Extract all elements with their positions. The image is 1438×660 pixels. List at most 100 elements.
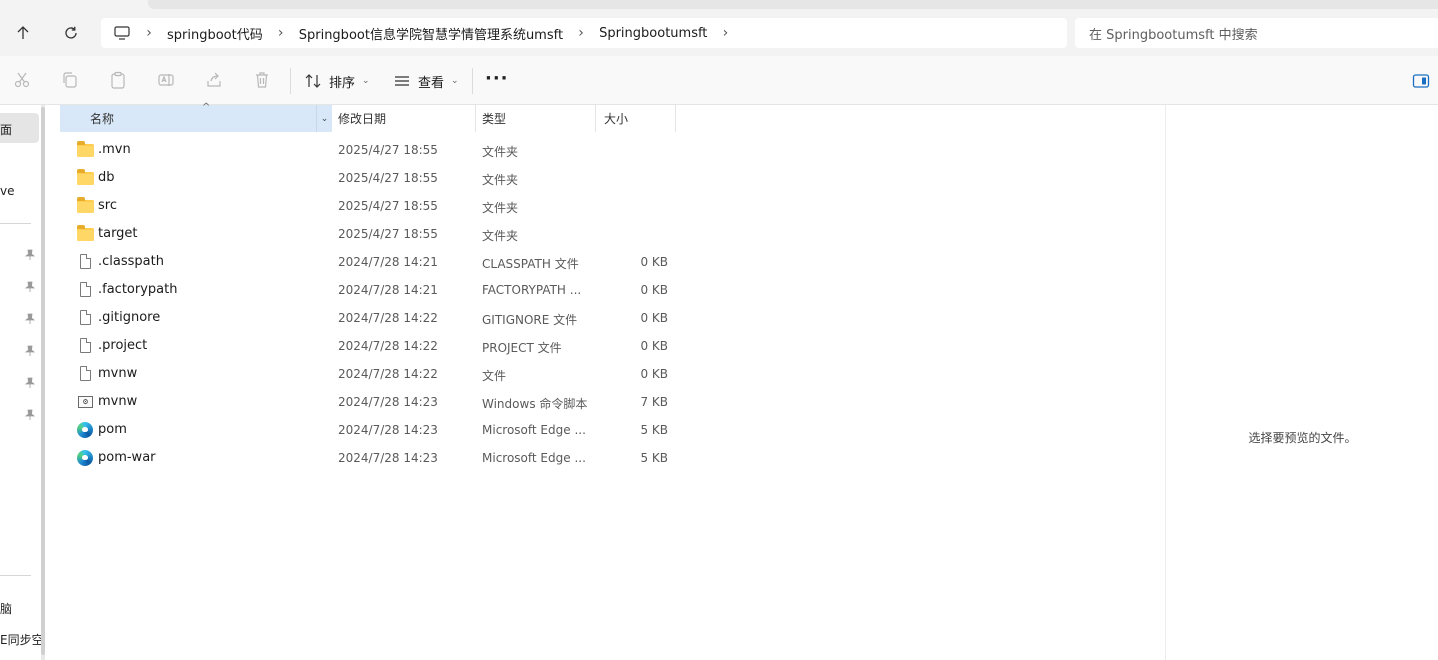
file-type: 文件 — [482, 369, 507, 383]
table-row[interactable]: db 2025/4/27 18:55 文件夹 — [74, 164, 674, 192]
file-type: PROJECT 文件 — [482, 341, 562, 355]
file-explorer-window: › springboot代码 › Springboot信息学院智慧学情管理系统u… — [0, 0, 1438, 660]
refresh-button[interactable] — [56, 18, 86, 48]
file-icon — [77, 282, 94, 298]
navigation-pane: 面 ve 脑 E同步空 — [0, 105, 45, 660]
file-size: 0 KB — [640, 255, 668, 269]
column-header-type[interactable]: 类型 — [474, 105, 596, 132]
nav-item-label[interactable]: ve — [0, 184, 14, 198]
icon-shape — [77, 450, 93, 466]
pin-icon — [24, 409, 37, 421]
icon-shape — [80, 338, 91, 353]
column-header-label: 修改日期 — [338, 112, 387, 126]
file-name: mvnw — [98, 366, 138, 381]
chevron-right-icon[interactable]: › — [271, 25, 291, 41]
view-button[interactable]: 查看 ⌄ — [393, 68, 459, 94]
file-date: 2024/7/28 14:22 — [338, 367, 438, 381]
nav-item-label: 面 — [0, 123, 13, 137]
view-list-icon — [395, 76, 409, 86]
tab-edge — [148, 0, 1438, 9]
file-size: 0 KB — [640, 367, 668, 381]
file-type: Windows 命令脚本 — [482, 397, 588, 411]
file-type: GITIGNORE 文件 — [482, 313, 578, 327]
file-name: target — [98, 226, 138, 241]
address-bar[interactable]: › springboot代码 › Springboot信息学院智慧学情管理系统u… — [101, 18, 1067, 48]
icon-shape — [80, 282, 91, 297]
column-header-name[interactable]: ^ 名称 — [60, 102, 331, 132]
preview-pane-icon[interactable] — [1412, 73, 1430, 93]
table-row[interactable]: pom-war 2024/7/28 14:23 Microsoft Edge ...… — [74, 444, 674, 472]
edge-icon — [77, 422, 94, 438]
nav-scrollbar-thumb[interactable] — [41, 107, 45, 655]
copy-icon[interactable] — [60, 70, 80, 90]
share-icon[interactable] — [204, 70, 224, 90]
table-row[interactable]: ⚙ mvnw 2024/7/28 14:23 Windows 命令脚本 7 KB — [74, 388, 674, 416]
pin-icon — [24, 345, 37, 357]
breadcrumb-item[interactable]: Springbootumsft — [599, 26, 707, 41]
column-header-size[interactable]: 大小 — [596, 105, 676, 132]
preview-empty-message: 选择要预览的文件。 — [1248, 431, 1357, 445]
file-type: FACTORYPATH ... — [482, 283, 582, 297]
table-row[interactable]: .gitignore 2024/7/28 14:22 GITIGNORE 文件 0 K… — [74, 304, 674, 332]
folder-icon — [77, 169, 94, 186]
arrow-up-icon — [17, 26, 29, 39]
view-label: 查看 — [418, 75, 445, 91]
search-input[interactable]: 在 Springbootumsft 中搜索 — [1075, 18, 1438, 48]
more-options-button[interactable]: ··· — [485, 68, 509, 89]
file-name: mvnw — [98, 394, 138, 409]
sort-label: 排序 — [329, 75, 356, 91]
breadcrumb-item[interactable]: springboot代码 — [167, 24, 263, 43]
paste-icon[interactable] — [108, 70, 128, 90]
file-list: ^ 名称 ⌄ 修改日期 类型 大小 .mvn 2025/4/27 18:55 文件夹… — [60, 102, 1165, 660]
chevron-right-icon[interactable]: › — [715, 25, 735, 41]
table-row[interactable]: .classpath 2024/7/28 14:21 CLASSPATH 文件 0 K… — [74, 248, 674, 276]
up-button[interactable] — [8, 18, 38, 48]
file-name: src — [98, 198, 117, 213]
sort-button[interactable]: 排序 ⌄ — [304, 68, 370, 94]
file-type: CLASSPATH 文件 — [482, 257, 579, 271]
table-row[interactable]: .project 2024/7/28 14:22 PROJECT 文件 0 KB — [74, 332, 674, 360]
table-row[interactable]: src 2025/4/27 18:55 文件夹 — [74, 192, 674, 220]
file-date: 2025/4/27 18:55 — [338, 171, 438, 185]
file-icon — [77, 310, 94, 326]
folder-icon — [77, 141, 94, 158]
column-header-date[interactable]: 修改日期 — [330, 105, 476, 132]
table-row[interactable]: target 2025/4/27 18:55 文件夹 — [74, 220, 674, 248]
file-size: 7 KB — [640, 395, 668, 409]
icon-shape — [77, 225, 94, 241]
table-row[interactable]: pom 2024/7/28 14:23 Microsoft Edge ... 5 KB — [74, 416, 674, 444]
file-date: 2025/4/27 18:55 — [338, 199, 438, 213]
chevron-down-icon: ⌄ — [451, 76, 459, 86]
cut-icon[interactable] — [12, 70, 32, 90]
file-type: 文件夹 — [482, 145, 519, 159]
table-row[interactable]: mvnw 2024/7/28 14:22 文件 0 KB — [74, 360, 674, 388]
nav-item-label[interactable]: 脑 — [0, 600, 12, 617]
file-date: 2025/4/27 18:55 — [338, 143, 438, 157]
file-type: 文件夹 — [482, 201, 519, 215]
file-date: 2024/7/28 14:21 — [338, 255, 438, 269]
file-name: .gitignore — [98, 310, 161, 325]
file-size: 5 KB — [640, 423, 668, 437]
delete-icon[interactable] — [252, 70, 272, 90]
table-row[interactable]: .factorypath 2024/7/28 14:21 FACTORYPATH .… — [74, 276, 674, 304]
rename-icon[interactable] — [156, 70, 176, 90]
command-bar: 排序 ⌄ 查看 ⌄ ··· — [0, 56, 1438, 105]
file-date: 2024/7/28 14:22 — [338, 311, 438, 325]
file-type: 文件夹 — [482, 229, 519, 243]
file-name: .factorypath — [98, 282, 178, 297]
chevron-right-icon[interactable]: › — [571, 25, 591, 41]
table-row[interactable]: .mvn 2025/4/27 18:55 文件夹 — [74, 136, 674, 164]
file-name: pom — [98, 422, 127, 437]
pin-icon — [24, 377, 37, 389]
file-icon — [77, 254, 94, 270]
icon-shape: ⚙ — [78, 396, 93, 408]
chevron-right-icon: › — [146, 25, 152, 41]
address-row: › springboot代码 › Springboot信息学院智慧学情管理系统u… — [0, 10, 1438, 56]
nav-item-label[interactable]: E同步空 — [0, 631, 44, 648]
column-header-label: 名称 — [90, 112, 115, 126]
file-date: 2024/7/28 14:23 — [338, 423, 438, 437]
folder-icon — [77, 197, 94, 214]
sort-icon — [305, 74, 321, 88]
nav-item-selected[interactable]: 面 — [0, 113, 39, 143]
breadcrumb-item[interactable]: Springboot信息学院智慧学情管理系统umsft — [299, 24, 563, 43]
